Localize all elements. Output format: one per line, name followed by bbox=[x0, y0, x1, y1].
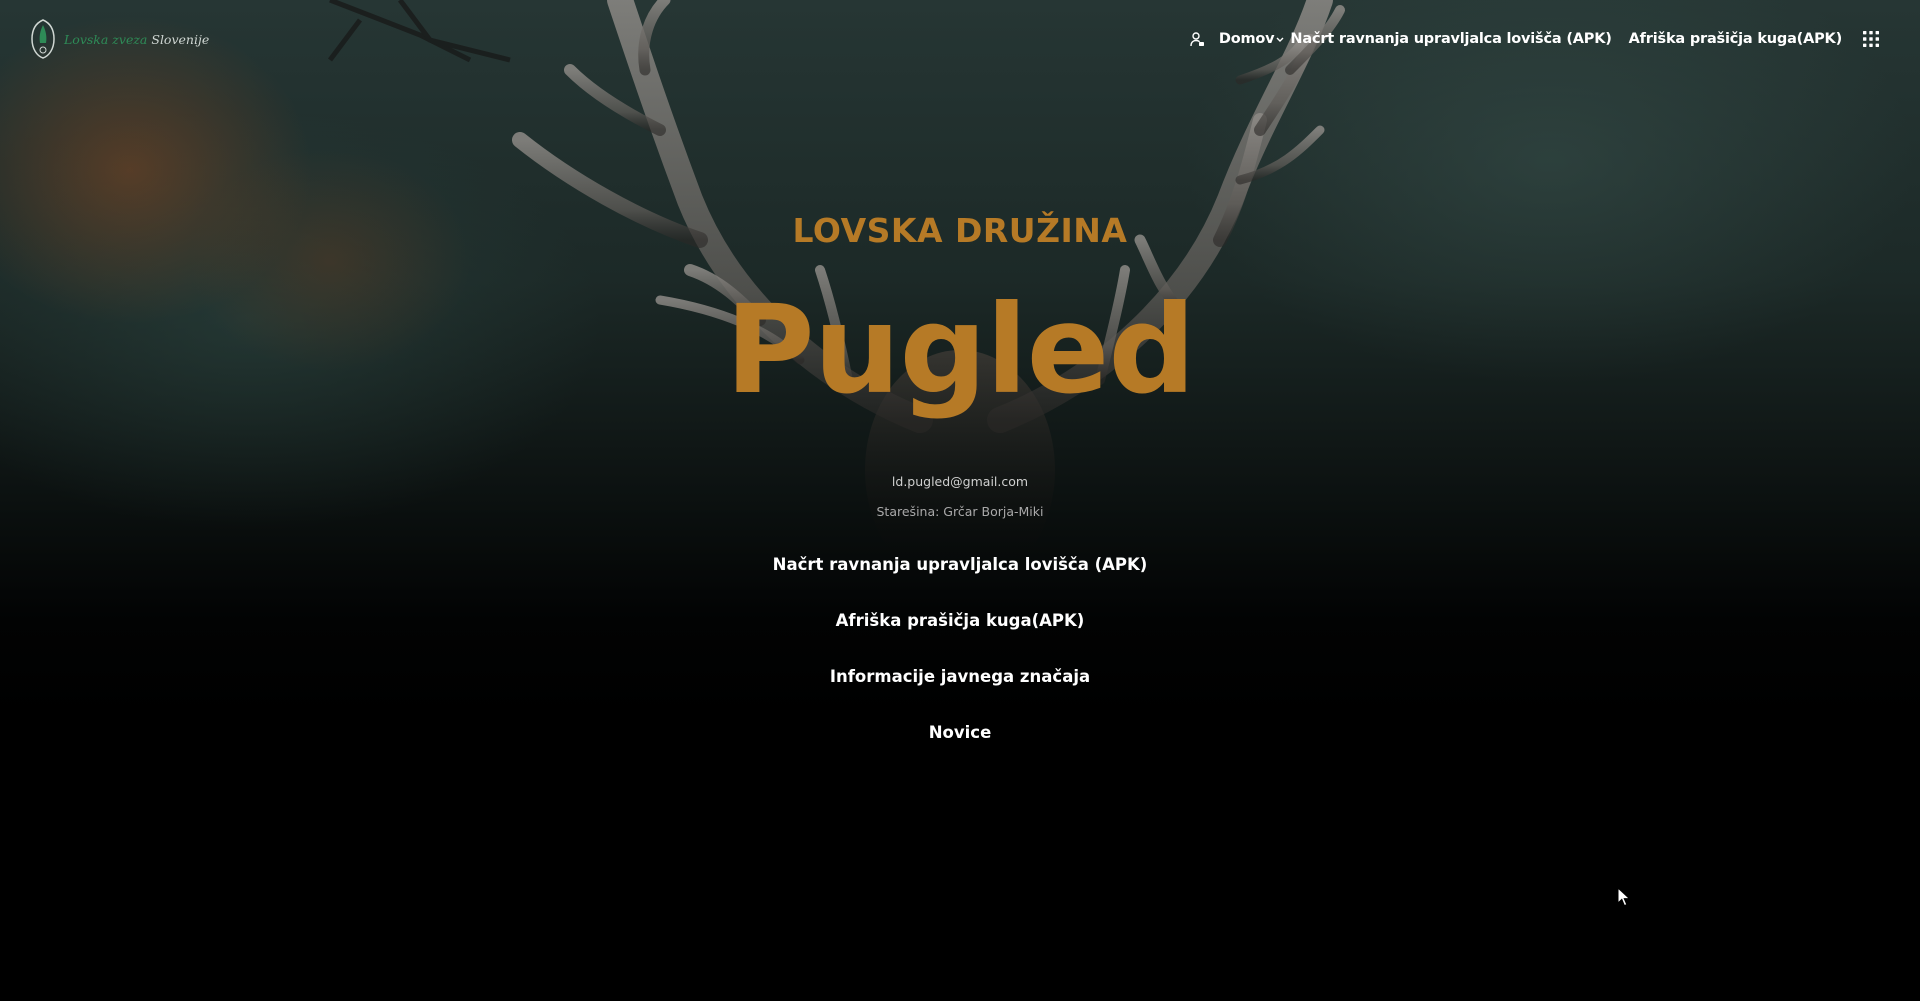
hero-link-informacije-javnega-znacaja[interactable]: Informacije javnega značaja bbox=[830, 667, 1090, 686]
deer-antlers-illustration bbox=[328, 0, 1345, 590]
user-icon[interactable] bbox=[1189, 31, 1205, 47]
hero-title: Pugled bbox=[725, 279, 1196, 421]
hero-link-row-3: Informacije javnega značaja bbox=[0, 667, 1920, 686]
logo-text-gray: Slovenije bbox=[151, 31, 210, 47]
logo-text-green: Lovska zveza bbox=[64, 31, 148, 47]
grid-menu-icon[interactable] bbox=[1862, 30, 1880, 48]
chevron-down-icon[interactable] bbox=[1276, 35, 1284, 43]
nav-item-nacrt-ravnanja[interactable]: Načrt ravnanja upravljalca lovišča (APK) bbox=[1290, 31, 1611, 47]
main-nav: Domov Načrt ravnanja upravljalca lovišča… bbox=[1189, 28, 1880, 50]
site-header: Lovska zveza Slovenije Domov Načrt ravna… bbox=[0, 0, 1920, 78]
lzs-emblem-icon bbox=[31, 19, 55, 59]
hero-link-row-2: Afriška prašičja kuga(APK) bbox=[0, 611, 1920, 630]
hero-background-image bbox=[0, 0, 1920, 1001]
mouse-pointer-icon bbox=[1617, 887, 1631, 907]
nav-item-afriska-prasicja-kuga[interactable]: Afriška prašičja kuga(APK) bbox=[1629, 31, 1843, 47]
site-logo[interactable]: Lovska zveza Slovenije bbox=[30, 19, 209, 59]
contact-email[interactable]: ld.pugled@gmail.com bbox=[0, 474, 1920, 489]
hero-link-afriska-prasicja-kuga[interactable]: Afriška prašičja kuga(APK) bbox=[836, 611, 1085, 630]
nav-item-home[interactable]: Domov bbox=[1219, 31, 1275, 47]
hero-link-novice[interactable]: Novice bbox=[929, 723, 992, 742]
logo-text: Lovska zveza Slovenije bbox=[64, 32, 209, 47]
contact-leader: Starešina: Grčar Borja-Miki bbox=[876, 504, 1044, 519]
hero-eyebrow: LOVSKA DRUŽINA bbox=[792, 211, 1128, 250]
page: Lovska zveza Slovenije Domov Načrt ravna… bbox=[0, 0, 1920, 1001]
hero-link-nacrt-ravnanja[interactable]: Načrt ravnanja upravljalca lovišča (APK) bbox=[773, 555, 1148, 574]
hero-link-row-1: Načrt ravnanja upravljalca lovišča (APK) bbox=[0, 555, 1920, 574]
hero-link-row-4: Novice bbox=[0, 723, 1920, 742]
